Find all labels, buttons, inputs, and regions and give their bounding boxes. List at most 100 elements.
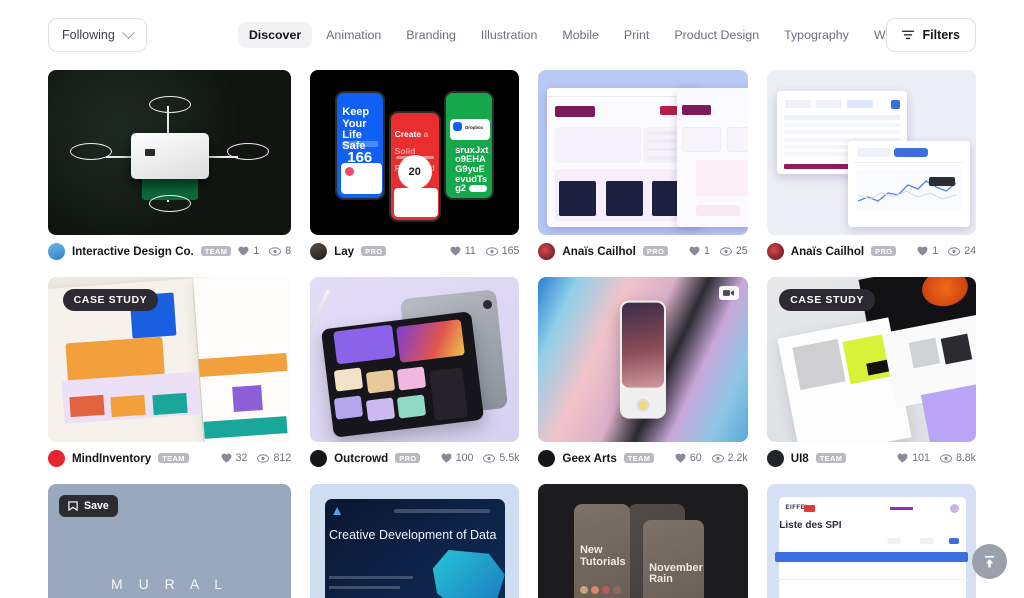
avatar[interactable] xyxy=(766,449,784,467)
likes-stat[interactable]: 100 xyxy=(441,452,474,464)
shot-thumbnail-mural[interactable]: M U R A L L O A D I N G ... Save xyxy=(48,484,292,598)
status-badge[interactable]: PRO xyxy=(395,452,421,464)
author-name[interactable]: Interactive Design Co. xyxy=(72,245,194,258)
likes-stat[interactable]: 1 xyxy=(917,245,938,257)
tab-print[interactable]: Print xyxy=(613,22,660,48)
scroll-to-top-icon xyxy=(984,555,995,568)
status-badge[interactable]: TEAM xyxy=(623,452,655,464)
status-badge[interactable]: PRO xyxy=(361,245,387,257)
tab-discover[interactable]: Discover xyxy=(237,22,313,48)
tab-animation[interactable]: Animation xyxy=(315,22,392,48)
likes-stat[interactable]: 11 xyxy=(450,245,476,257)
tab-branding[interactable]: Branding xyxy=(395,22,467,48)
views-count: 25 xyxy=(735,245,748,257)
video-icon xyxy=(723,290,735,296)
views-stat[interactable]: 25 xyxy=(719,245,748,257)
eye-icon xyxy=(711,453,724,463)
shot-card: Keep Your Life Safe 166 Create a Solid P… xyxy=(310,70,520,267)
chevron-down-icon xyxy=(121,25,135,39)
filters-button[interactable]: Filters xyxy=(886,18,976,52)
likes-count: 60 xyxy=(689,452,702,464)
shot-card: New Tutorials November Rain xyxy=(538,484,748,598)
phone1-title: New Tutorials xyxy=(579,543,626,568)
shot-thumbnail-phones[interactable]: Keep Your Life Safe 166 Create a Solid P… xyxy=(310,70,520,235)
views-stat[interactable]: 8.8k xyxy=(939,452,976,464)
eye-icon xyxy=(269,246,282,256)
shot-thumbnail-light-dashboard[interactable] xyxy=(766,70,976,235)
views-count: 8 xyxy=(285,245,292,257)
save-button[interactable]: Save xyxy=(59,495,118,517)
shot-card: Outcrowd PRO 100 5.5k xyxy=(310,277,520,474)
likes-stat[interactable]: 1 xyxy=(238,245,259,257)
tab-product-design[interactable]: Product Design xyxy=(663,22,770,48)
avatar[interactable] xyxy=(310,242,328,260)
shot-thumbnail-creative-data[interactable]: Creative Development of Data xyxy=(310,484,520,598)
shot-thumbnail-liste-des-spi[interactable]: EIFFEL Liste des SPI xyxy=(766,484,976,598)
shot-stats: 1 8 xyxy=(238,245,291,257)
likes-stat[interactable]: 60 xyxy=(675,452,702,464)
author-name[interactable]: MindInventory xyxy=(72,452,151,465)
bookmark-icon xyxy=(68,501,78,511)
tab-typography[interactable]: Typography xyxy=(773,22,860,48)
following-dropdown[interactable]: Following xyxy=(48,18,147,52)
video-badge xyxy=(718,286,739,300)
shot-stats: 100 5.5k xyxy=(441,452,519,464)
author-name[interactable]: UI8 xyxy=(791,452,809,465)
avatar[interactable] xyxy=(766,242,784,260)
author-name[interactable]: Anaïs Cailhol xyxy=(562,245,635,258)
author-name[interactable]: Lay xyxy=(334,245,354,258)
shot-thumbnail-podcast-case-study[interactable]: CASE STUDY xyxy=(48,277,292,442)
avatar[interactable] xyxy=(310,449,328,467)
avatar[interactable] xyxy=(538,242,556,260)
shot-meta: Lay PRO 11 165 xyxy=(310,235,519,267)
views-stat[interactable]: 2.2k xyxy=(711,452,748,464)
likes-stat[interactable]: 32 xyxy=(221,452,247,464)
shot-thumbnail-curated-artwork[interactable]: CASE STUDY xyxy=(766,277,976,442)
avatar[interactable] xyxy=(48,242,65,260)
views-count: 8.8k xyxy=(955,452,976,464)
status-badge[interactable]: PRO xyxy=(642,245,669,257)
shot-thumbnail-drone[interactable] xyxy=(48,70,292,235)
eye-icon xyxy=(485,246,498,256)
shot-thumbnail-purple-dashboard[interactable] xyxy=(538,70,748,235)
eye-icon xyxy=(257,453,270,463)
views-stat[interactable]: 165 xyxy=(485,245,520,257)
following-label: Following xyxy=(62,28,115,42)
scroll-to-top-button[interactable] xyxy=(972,544,1007,579)
likes-count: 100 xyxy=(455,452,474,464)
phone-red-heading-strong: Create xyxy=(394,129,422,140)
author-name[interactable]: Anaïs Cailhol xyxy=(791,245,864,258)
phone-green-card-title: Dropbox xyxy=(465,124,484,130)
shot-card: Geex Arts TEAM 60 2.2k xyxy=(538,277,748,474)
views-stat[interactable]: 8 xyxy=(269,245,291,257)
case-study-badge: CASE STUDY xyxy=(62,288,159,311)
shot-meta: Anaïs Cailhol PRO 1 25 xyxy=(538,235,748,267)
likes-stat[interactable]: 1 xyxy=(689,245,710,257)
shot-grid: Interactive Design Co. TEAM 1 8 Keep You… xyxy=(0,70,1024,598)
shot-thumbnail-colorful-phone[interactable] xyxy=(538,277,748,442)
data-headline: Creative Development of Data xyxy=(328,527,497,542)
heart-icon xyxy=(689,246,700,256)
tab-mobile[interactable]: Mobile xyxy=(551,22,610,48)
status-badge[interactable]: TEAM xyxy=(200,245,232,257)
likes-stat[interactable]: 101 xyxy=(897,452,930,464)
phone-red-timer: 20 xyxy=(408,165,421,178)
status-badge[interactable]: TEAM xyxy=(815,452,847,464)
filter-icon xyxy=(902,30,915,40)
author-name[interactable]: Outcrowd xyxy=(334,452,388,465)
status-badge[interactable]: TEAM xyxy=(158,452,189,464)
author-name[interactable]: Geex Arts xyxy=(562,452,616,465)
status-badge[interactable]: PRO xyxy=(871,245,897,257)
views-count: 165 xyxy=(501,245,520,257)
shot-card: Creative Development of Data xyxy=(310,484,520,598)
likes-count: 1 xyxy=(253,245,260,257)
tab-illustration[interactable]: Illustration xyxy=(470,22,548,48)
avatar[interactable] xyxy=(538,449,556,467)
views-stat[interactable]: 24 xyxy=(948,245,976,257)
shot-thumbnail-tablet[interactable] xyxy=(310,277,520,442)
avatar[interactable] xyxy=(48,449,65,467)
views-stat[interactable]: 5.5k xyxy=(483,452,519,464)
views-stat[interactable]: 812 xyxy=(257,452,291,464)
views-count: 5.5k xyxy=(499,452,520,464)
shot-thumbnail-dark-tutorials[interactable]: New Tutorials November Rain xyxy=(538,484,748,598)
